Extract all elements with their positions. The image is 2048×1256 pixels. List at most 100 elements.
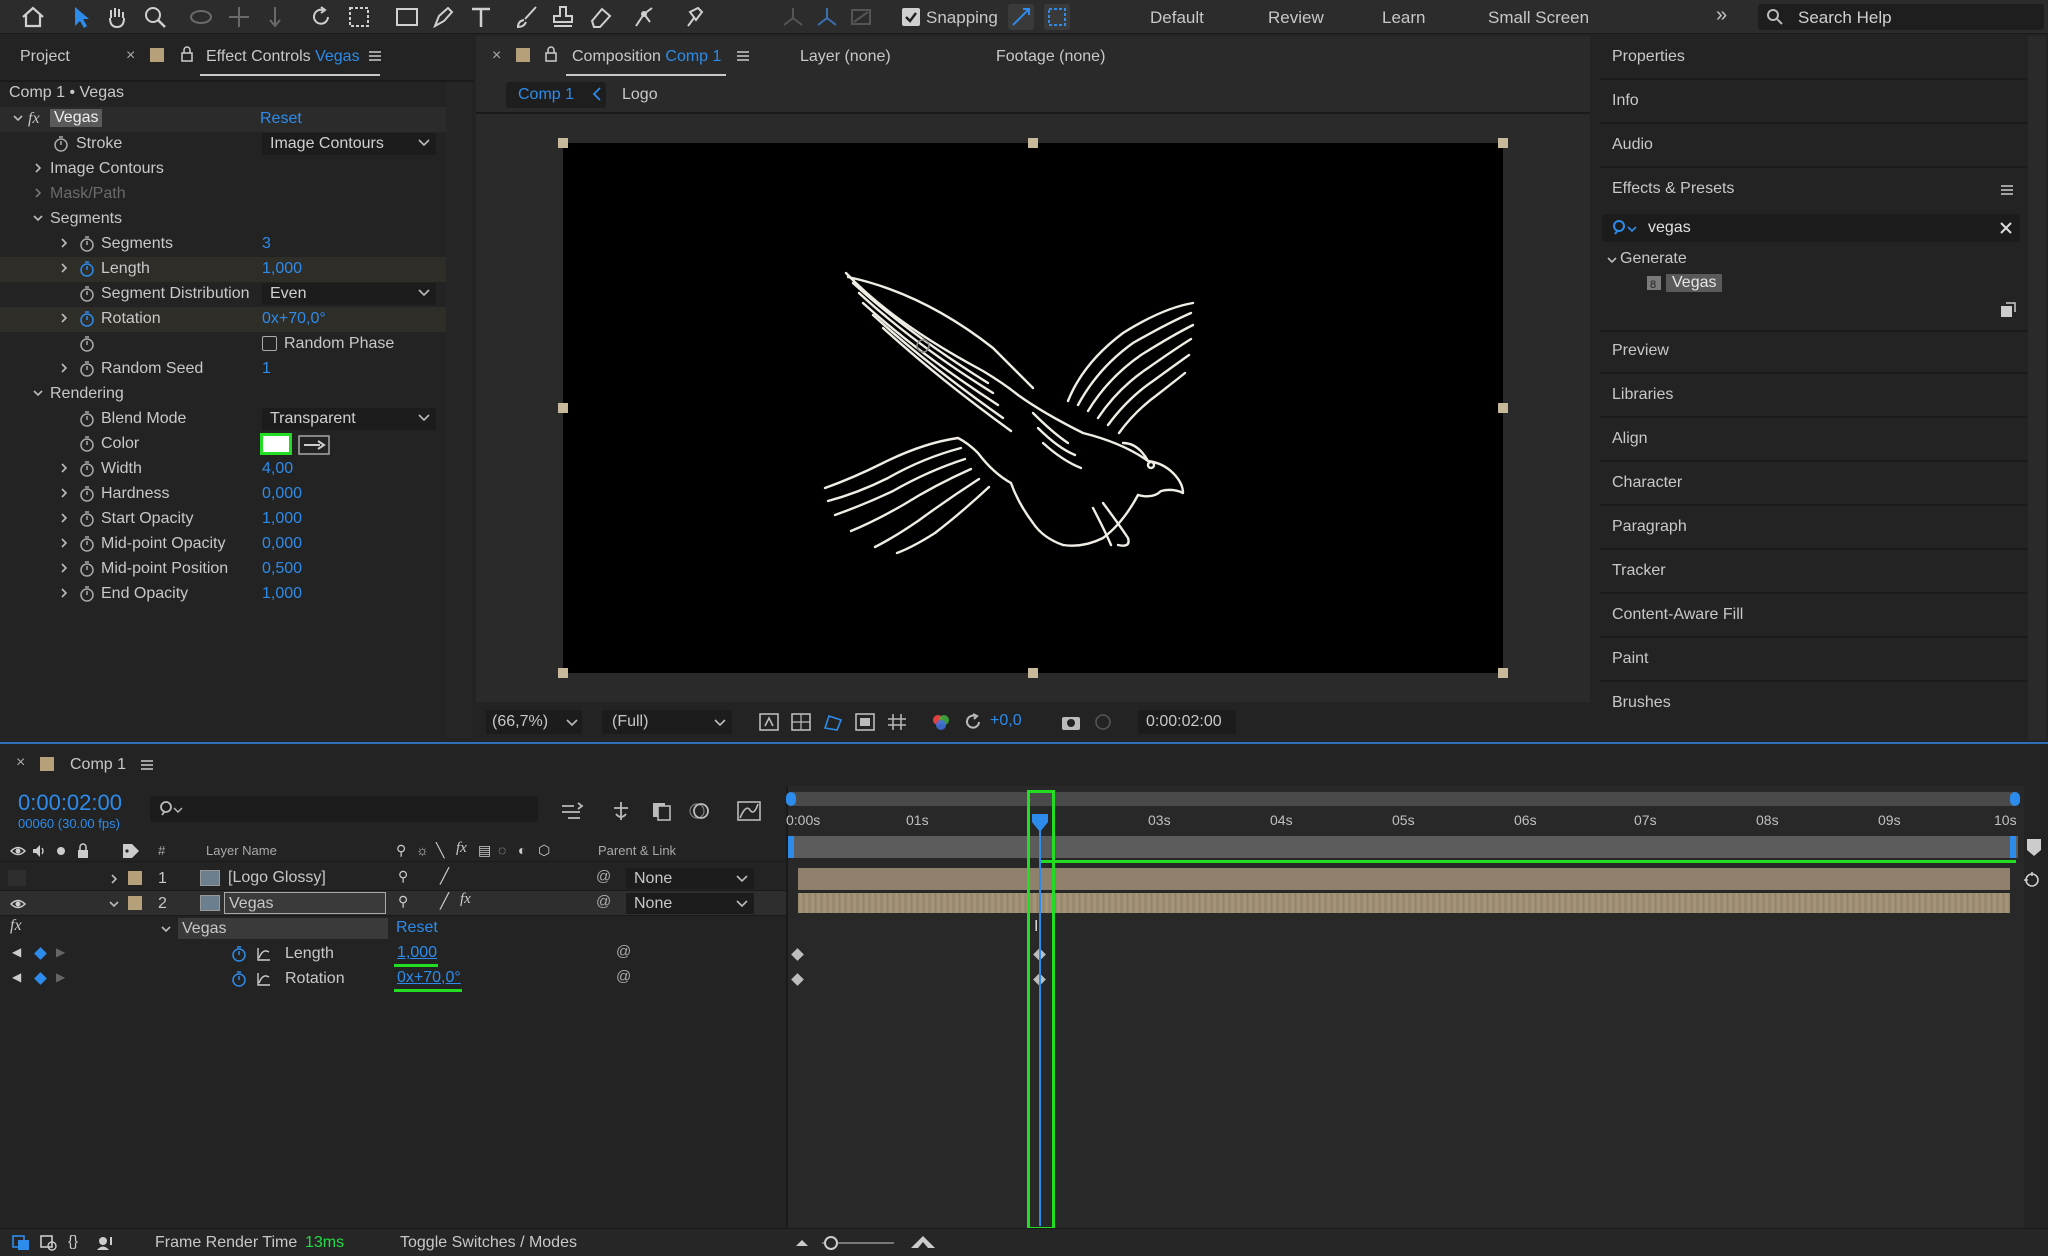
panel-paragraph[interactable]: Paragraph bbox=[1612, 518, 1687, 536]
tab-composition[interactable]: Composition Comp 1 bbox=[572, 48, 721, 66]
mask-path-row[interactable]: Mask/Path bbox=[0, 182, 446, 207]
lock-icon[interactable] bbox=[76, 843, 90, 859]
pen-icon[interactable] bbox=[430, 4, 456, 30]
chevron-right-icon[interactable] bbox=[58, 587, 70, 599]
panel-effects-presets[interactable]: Effects & Presets bbox=[1612, 180, 1734, 198]
zoom-out-icon[interactable] bbox=[794, 1237, 810, 1247]
axis-view-icon[interactable] bbox=[848, 4, 874, 30]
axis-world-icon[interactable] bbox=[814, 4, 840, 30]
midpoint-position-value[interactable]: 0,500 bbox=[262, 560, 302, 578]
frame-blending-icon[interactable] bbox=[650, 800, 672, 822]
panel-preview[interactable]: Preview bbox=[1612, 342, 1669, 360]
stopwatch-icon[interactable] bbox=[78, 460, 96, 478]
work-area-start[interactable] bbox=[788, 836, 794, 858]
chevron-right-icon[interactable] bbox=[58, 237, 70, 249]
effect-reset-button[interactable]: Reset bbox=[260, 110, 302, 128]
search-help-box[interactable]: Search Help bbox=[1758, 4, 2044, 30]
effect-switch-icon[interactable]: fx bbox=[460, 891, 471, 908]
parent-dropdown[interactable]: None bbox=[626, 893, 754, 914]
stopwatch-icon[interactable] bbox=[78, 535, 96, 553]
tab-timeline-comp1[interactable]: Comp 1 bbox=[70, 756, 126, 774]
audio-icon[interactable] bbox=[32, 844, 46, 858]
adjustment-switch-icon[interactable]: ◐ bbox=[518, 842, 526, 858]
work-area-end[interactable] bbox=[2010, 836, 2016, 858]
chevron-right-icon[interactable] bbox=[58, 562, 70, 574]
pickwhip-icon[interactable]: @ bbox=[596, 893, 611, 910]
tab-footage[interactable]: Footage (none) bbox=[996, 48, 1105, 66]
panel-character[interactable]: Character bbox=[1612, 474, 1682, 492]
panel-menu-icon[interactable] bbox=[368, 50, 382, 62]
panel-libraries[interactable]: Libraries bbox=[1612, 386, 1673, 404]
transfer-controls-icon[interactable] bbox=[40, 1235, 58, 1251]
segments-group-row[interactable]: Segments bbox=[0, 207, 446, 232]
effect-header-row[interactable]: fx Vegas Reset bbox=[0, 107, 446, 132]
draft-3d-icon[interactable] bbox=[610, 800, 632, 822]
segment-distribution-dropdown[interactable]: Even bbox=[262, 283, 436, 305]
lock-icon[interactable] bbox=[180, 46, 194, 62]
effects-result-vegas[interactable]: Vegas bbox=[1666, 274, 1723, 292]
add-keyframe-icon[interactable] bbox=[34, 947, 47, 960]
effect-switch-icon[interactable]: fx bbox=[456, 840, 467, 857]
mask-visibility-icon[interactable] bbox=[822, 712, 844, 732]
lock-icon[interactable] bbox=[544, 46, 558, 62]
panel-content-aware-fill[interactable]: Content-Aware Fill bbox=[1612, 606, 1743, 624]
pickwhip-icon[interactable]: @ bbox=[596, 868, 611, 885]
pickwhip-icon[interactable]: @ bbox=[616, 968, 631, 985]
time-navigator[interactable] bbox=[790, 792, 2018, 806]
chevron-down-icon[interactable] bbox=[160, 923, 172, 935]
selection-icon[interactable] bbox=[68, 4, 94, 30]
length-value[interactable]: 1,000 bbox=[262, 260, 302, 278]
stopwatch-icon[interactable] bbox=[78, 410, 96, 428]
pan-behind-icon[interactable] bbox=[346, 4, 372, 30]
layer-label-color[interactable] bbox=[128, 871, 142, 885]
layer-label-color[interactable] bbox=[128, 896, 142, 910]
region-of-interest-icon[interactable] bbox=[854, 712, 876, 732]
random-phase-checkbox[interactable] bbox=[262, 336, 277, 351]
transform-handle[interactable] bbox=[558, 138, 568, 148]
chevron-down-icon[interactable] bbox=[32, 212, 44, 224]
close-icon[interactable]: × bbox=[492, 47, 501, 65]
transform-handle[interactable] bbox=[1028, 668, 1038, 678]
panel-tracker[interactable]: Tracker bbox=[1612, 562, 1666, 580]
effect-name[interactable]: Vegas bbox=[50, 109, 103, 127]
workspace-review[interactable]: Review bbox=[1268, 8, 1324, 28]
frame-blend-switch-icon[interactable]: ▤ bbox=[478, 842, 491, 859]
stopwatch-icon[interactable] bbox=[78, 360, 96, 378]
transparency-grid-icon[interactable] bbox=[790, 712, 812, 732]
snapshot-camera-icon[interactable] bbox=[1060, 712, 1082, 732]
new-preset-icon[interactable] bbox=[2000, 302, 2016, 318]
transform-handle[interactable] bbox=[1498, 138, 1508, 148]
workspace-default[interactable]: Default bbox=[1150, 8, 1204, 28]
visibility-toggle[interactable] bbox=[8, 870, 26, 886]
image-contours-row[interactable]: Image Contours bbox=[0, 157, 446, 182]
graph-icon[interactable] bbox=[256, 946, 272, 962]
workspace-learn[interactable]: Learn bbox=[1382, 8, 1425, 28]
panel-paint[interactable]: Paint bbox=[1612, 650, 1648, 668]
toggle-switches-modes-button[interactable]: Toggle Switches / Modes bbox=[400, 1234, 577, 1252]
chevron-right-icon[interactable] bbox=[58, 462, 70, 474]
stopwatch-icon[interactable] bbox=[78, 510, 96, 528]
midpoint-opacity-value[interactable]: 0,000 bbox=[262, 535, 302, 553]
solo-icon[interactable] bbox=[56, 846, 66, 856]
zoom-icon[interactable] bbox=[142, 4, 168, 30]
workspace-overflow-icon[interactable]: » bbox=[1716, 4, 1727, 27]
snapping-checkbox[interactable] bbox=[902, 8, 920, 26]
type-icon[interactable] bbox=[468, 4, 494, 30]
puppet-pin-icon[interactable] bbox=[680, 4, 706, 30]
resolution-dropdown[interactable]: (Full) bbox=[602, 710, 732, 734]
panel-properties[interactable]: Properties bbox=[1612, 48, 1685, 66]
stopwatch-icon[interactable] bbox=[52, 135, 70, 153]
stopwatch-active-icon[interactable] bbox=[78, 260, 96, 278]
prev-keyframe-icon[interactable]: ◀ bbox=[12, 970, 21, 984]
stopwatch-active-icon[interactable] bbox=[230, 945, 248, 963]
layer-bar-vegas[interactable] bbox=[798, 893, 2010, 913]
zoom-dropdown[interactable]: (66,7%) bbox=[486, 710, 582, 734]
in-out-stretch-icon[interactable]: {} bbox=[68, 1233, 78, 1250]
close-icon[interactable]: × bbox=[126, 47, 135, 65]
channels-icon[interactable] bbox=[930, 712, 952, 732]
tab-layer[interactable]: Layer (none) bbox=[800, 48, 891, 66]
comp-marker-bin-icon[interactable] bbox=[2024, 836, 2044, 858]
render-time-icon[interactable] bbox=[96, 1235, 116, 1251]
dolly-icon[interactable] bbox=[262, 4, 288, 30]
composition-viewer[interactable] bbox=[563, 143, 1503, 673]
